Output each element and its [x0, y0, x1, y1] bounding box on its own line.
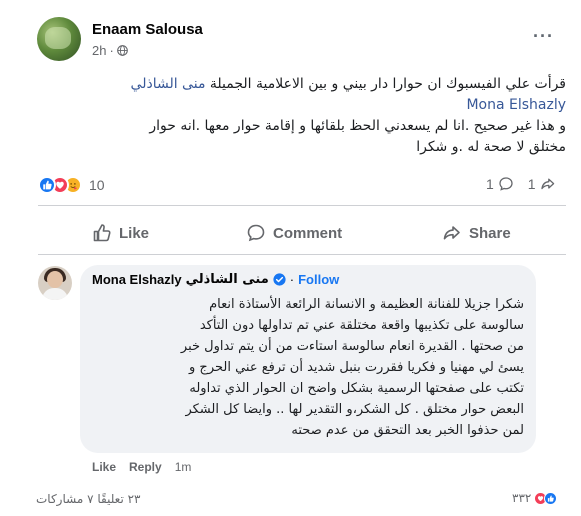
- comment-actions: Like Reply 1m: [92, 460, 191, 474]
- comment-text-line: شكرا جزيلا للفنانة العظيمة و الانسانة ال…: [209, 297, 524, 312]
- like-reaction-icon: [38, 176, 56, 194]
- like-button[interactable]: Like: [92, 220, 149, 246]
- commenter-name-ar[interactable]: منى الشاذلي: [186, 272, 269, 287]
- comment-count-icon: [499, 177, 513, 191]
- post-text: قرأت علي الفيسبوك ان حوارا دار بيني و بي…: [38, 74, 566, 158]
- comment-header: Mona Elshazly منى الشاذلي · Follow: [92, 272, 339, 287]
- footer-counts[interactable]: ٢٣ تعليقًا ٧ مشاركات: [36, 492, 141, 506]
- footer-reactions-count: ٣٣٢: [512, 491, 532, 505]
- comment-label: Comment: [273, 224, 343, 242]
- comment-text: شكرا جزيلا للفنانة العظيمة و الانسانة ال…: [92, 294, 524, 441]
- share-icon: [443, 226, 460, 240]
- comment-text-line: البعض حوار مختلق . كل الشكر،و التقدير له…: [185, 402, 524, 417]
- follow-button[interactable]: Follow: [298, 272, 339, 287]
- reactions-count[interactable]: 10: [89, 177, 105, 193]
- actions-divider: [38, 254, 566, 255]
- comment-text-line: من صحتها . القديرة انعام سالوسة استاءت م…: [180, 339, 524, 354]
- reactions-divider: [38, 205, 566, 206]
- share-button[interactable]: Share: [442, 220, 511, 246]
- footer-reactions[interactable]: ٣٣٢: [512, 491, 558, 505]
- reactions-summary[interactable]: 10: [38, 175, 105, 195]
- facebook-post-card: Enaam Salousa 2h · ··· قرأت علي الفيسبوك…: [0, 0, 581, 516]
- comment-reply-button[interactable]: Reply: [129, 460, 162, 474]
- globe-icon: [116, 45, 128, 56]
- more-options-icon[interactable]: ···: [533, 26, 554, 47]
- commenter-avatar[interactable]: [38, 266, 72, 300]
- header-separator: ·: [289, 272, 295, 287]
- author-avatar[interactable]: [37, 17, 81, 61]
- mention-link-ar[interactable]: منى الشاذلي: [131, 76, 206, 92]
- post-text-line: قرأت علي الفيسبوك ان حوارا دار بيني و بي…: [130, 76, 566, 92]
- like-reaction-icon: [544, 491, 558, 505]
- post-text-line: مختلق لا صحة له .و شكرا: [416, 139, 566, 155]
- post-time[interactable]: 2h: [92, 43, 106, 58]
- post-meta: 2h ·: [92, 43, 128, 58]
- comment-time[interactable]: 1m: [175, 460, 192, 474]
- share-count-icon: [540, 178, 554, 190]
- verified-badge-icon: [273, 273, 286, 286]
- shares-count[interactable]: 1: [528, 176, 536, 192]
- comment-text-line: تكتب على صفحتها الرسمية بشكل واضح ان الح…: [189, 381, 524, 396]
- mention-link-en[interactable]: Mona Elshazly: [38, 95, 566, 116]
- like-label: Like: [119, 224, 150, 242]
- post-text-line: و هذا غير صحيح .انا لم يسعدني الحظ بلقائ…: [149, 118, 566, 134]
- comment-icon: [247, 224, 265, 242]
- post-author-name[interactable]: Enaam Salousa: [92, 21, 203, 38]
- comment-button[interactable]: Comment: [246, 220, 342, 246]
- comment-like-button[interactable]: Like: [92, 460, 116, 474]
- comment-text-line: سالوسة على تكذيبها واقعة مختلقة عني تم ت…: [199, 318, 524, 333]
- like-icon: [93, 224, 111, 242]
- engagement-counts: 1 1: [486, 176, 556, 192]
- comments-count[interactable]: 1: [486, 176, 494, 192]
- share-label: Share: [469, 224, 511, 242]
- commenter-name-en[interactable]: Mona Elshazly: [92, 272, 182, 287]
- comment-text-line: لمن حذفوا الخبر بعد التحقق من عدم صحته: [291, 423, 524, 438]
- comment-text-line: يسئ لي مهنيا و فكريا فقررت بنبل شديد أن …: [189, 360, 524, 375]
